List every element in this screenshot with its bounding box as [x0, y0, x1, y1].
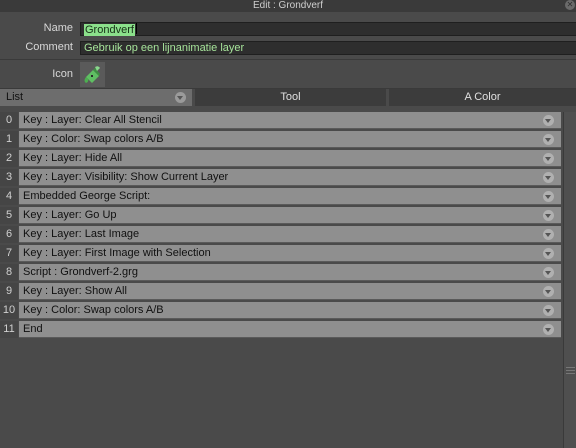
list-item[interactable]: 4 Embedded George Script: — [0, 188, 562, 205]
scrollbar-grip[interactable] — [566, 373, 575, 374]
chevron-down-icon[interactable] — [543, 210, 554, 221]
item-number: 5 — [0, 207, 18, 224]
item-number: 4 — [0, 188, 18, 205]
item-label: Key : Layer: Hide All — [19, 150, 561, 167]
item-number: 2 — [0, 150, 18, 167]
icon-picker[interactable] — [80, 62, 105, 87]
chevron-down-icon[interactable] — [543, 229, 554, 240]
list-item[interactable]: 10 Key : Color: Swap colors A/B — [0, 302, 562, 319]
list-item[interactable]: 2 Key : Layer: Hide All — [0, 150, 562, 167]
list-item[interactable]: 9 Key : Layer: Show All — [0, 283, 562, 300]
chevron-down-icon[interactable] — [543, 153, 554, 164]
item-label: End — [19, 321, 561, 338]
title-bar: Edit : Grondverf ✕ — [0, 0, 576, 12]
scrollbar-grip[interactable] — [566, 370, 575, 371]
item-number: 9 — [0, 283, 18, 300]
name-field[interactable]: Grondverf — [80, 22, 576, 36]
item-number: 7 — [0, 245, 18, 262]
tab-list[interactable]: List — [0, 89, 192, 106]
window-title: Edit : Grondverf — [252, 0, 324, 11]
chevron-down-icon[interactable] — [175, 92, 186, 103]
list-item[interactable]: 3 Key : Layer: Visibility: Show Current … — [0, 169, 562, 186]
scrollbar-grip[interactable] — [566, 367, 575, 368]
item-label: Key : Color: Swap colors A/B — [19, 131, 561, 148]
list-item[interactable]: 6 Key : Layer: Last Image — [0, 226, 562, 243]
tab-list-label: List — [6, 91, 24, 103]
item-label: Script : Grondverf-2.grg — [19, 264, 561, 281]
list-item[interactable]: 7 Key : Layer: First Image with Selectio… — [0, 245, 562, 262]
text-cursor — [135, 23, 137, 34]
chevron-down-icon[interactable] — [543, 248, 554, 259]
tab-tool[interactable]: Tool — [195, 89, 386, 106]
chevron-down-icon[interactable] — [543, 286, 554, 297]
item-label: Key : Layer: Go Up — [19, 207, 561, 224]
item-label: Key : Color: Swap colors A/B — [19, 302, 561, 319]
item-label: Key : Layer: Clear All Stencil — [19, 112, 561, 129]
item-label: Key : Layer: Show All — [19, 283, 561, 300]
chevron-down-icon[interactable] — [543, 191, 554, 202]
chevron-down-icon[interactable] — [543, 305, 554, 316]
close-icon[interactable]: ✕ — [565, 0, 575, 10]
item-number: 6 — [0, 226, 18, 243]
comment-field[interactable]: Gebruik op een lijnanimatie layer — [80, 41, 576, 55]
item-label: Key : Layer: Last Image — [19, 226, 561, 243]
list-item[interactable]: 8 Script : Grondverf-2.grg — [0, 264, 562, 281]
item-number: 3 — [0, 169, 18, 186]
tab-bar: List Tool A Color — [0, 89, 576, 106]
list-item[interactable]: 0 Key : Layer: Clear All Stencil — [0, 112, 562, 129]
paint-bucket-icon — [80, 62, 105, 87]
list-item[interactable]: 5 Key : Layer: Go Up — [0, 207, 562, 224]
name-field-text: Grondverf — [84, 24, 135, 36]
vertical-scrollbar[interactable] — [563, 112, 576, 448]
separator — [0, 59, 576, 60]
chevron-down-icon[interactable] — [543, 115, 554, 126]
name-label: Name — [43, 22, 73, 34]
icon-label: Icon — [52, 68, 73, 80]
tab-a-color[interactable]: A Color — [389, 89, 576, 106]
item-label: Embedded George Script: — [19, 188, 561, 205]
chevron-down-icon[interactable] — [543, 172, 554, 183]
action-list: 0 Key : Layer: Clear All Stencil 1 Key :… — [0, 112, 563, 448]
item-number: 10 — [0, 302, 18, 319]
list-item[interactable]: 11 End — [0, 321, 562, 338]
list-item[interactable]: 1 Key : Color: Swap colors A/B — [0, 131, 562, 148]
chevron-down-icon[interactable] — [543, 324, 554, 335]
item-label: Key : Layer: Visibility: Show Current La… — [19, 169, 561, 186]
item-number: 1 — [0, 131, 18, 148]
item-label: Key : Layer: First Image with Selection — [19, 245, 561, 262]
chevron-down-icon[interactable] — [543, 134, 554, 145]
item-number: 11 — [0, 321, 18, 338]
item-number: 0 — [0, 112, 18, 129]
chevron-down-icon[interactable] — [543, 267, 554, 278]
comment-label: Comment — [25, 41, 73, 53]
item-number: 8 — [0, 264, 18, 281]
